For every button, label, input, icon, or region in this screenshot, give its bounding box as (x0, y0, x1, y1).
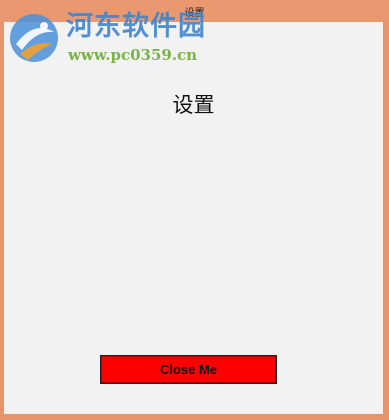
app-window: 设置 设置 Close Me 河东软件园 www.pc0359.cn (0, 0, 389, 420)
watermark-brand: 河东软件园 (66, 11, 206, 42)
page-title: 设置 (172, 93, 215, 117)
hedong-logo-icon (10, 14, 58, 62)
watermark-url: www.pc0359.cn (68, 46, 198, 64)
window-content: 设置 Close Me (4, 22, 383, 414)
close-me-button[interactable]: Close Me (100, 355, 277, 384)
